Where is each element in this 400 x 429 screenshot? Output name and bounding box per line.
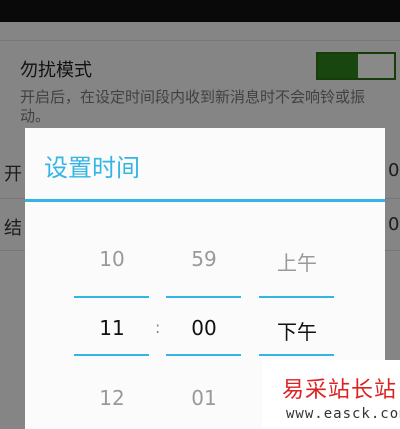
hour-selected[interactable]: 11	[74, 316, 150, 340]
minute-next[interactable]: 01	[166, 386, 242, 410]
watermark-url: www.easck.com	[286, 406, 400, 422]
ampm-selection-line-top	[259, 296, 334, 298]
minute-selection-line-bottom	[166, 354, 241, 356]
site-watermark: 易采站长站 www.easck.com	[262, 360, 400, 429]
hour-prev[interactable]: 10	[74, 247, 150, 271]
hour-selection-line-bottom	[74, 354, 149, 356]
dialog-title-divider	[25, 199, 385, 202]
ampm-selection-line-bottom	[259, 354, 334, 356]
dialog-title: 设置时间	[44, 154, 140, 182]
hour-selection-line-top	[74, 296, 149, 298]
watermark-text: 易采站长站	[282, 378, 398, 403]
minute-selection-line-top	[166, 296, 241, 298]
minute-prev[interactable]: 59	[166, 247, 242, 271]
hour-next[interactable]: 12	[74, 386, 150, 410]
ampm-selected[interactable]: 下午	[259, 316, 335, 345]
time-separator: :	[155, 318, 161, 337]
minute-selected[interactable]: 00	[166, 316, 242, 340]
ampm-prev[interactable]: 上午	[259, 247, 335, 276]
